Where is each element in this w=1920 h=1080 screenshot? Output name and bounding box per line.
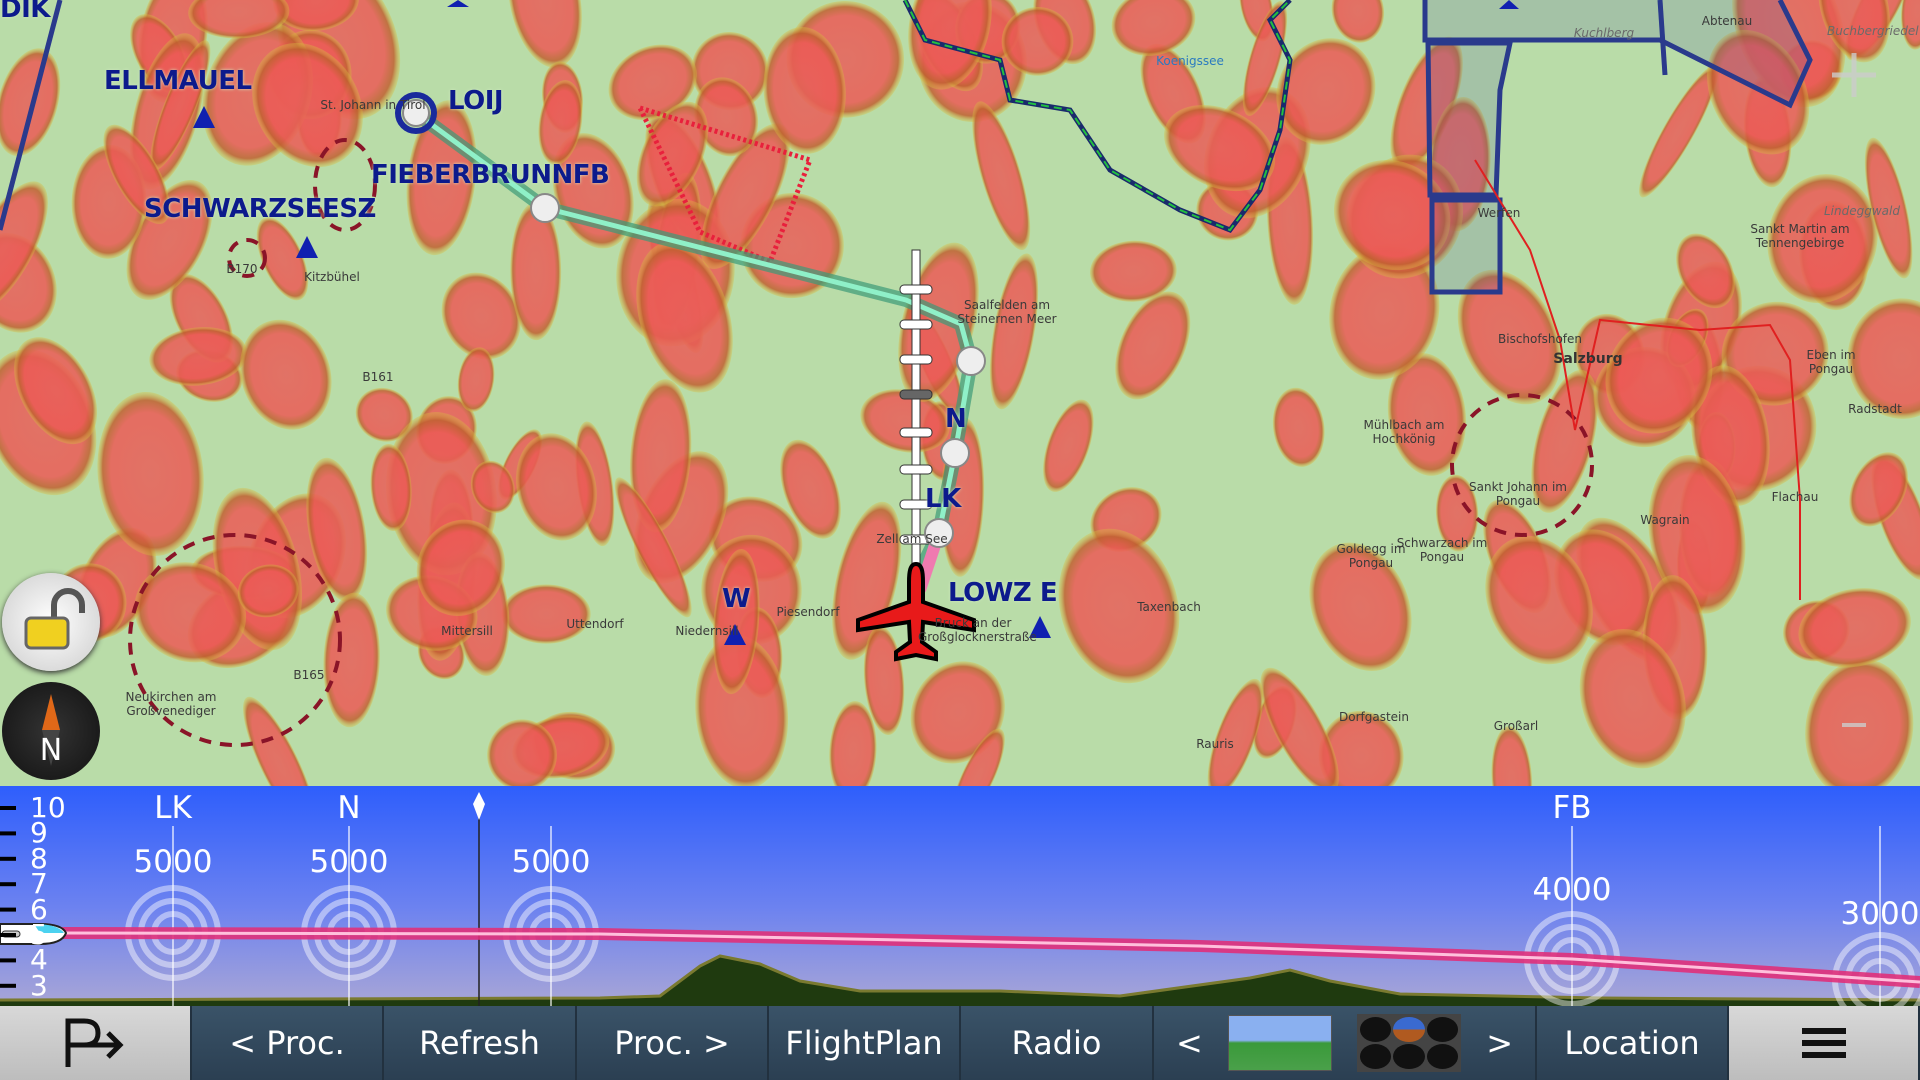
profile-graph xyxy=(0,792,1920,1006)
town-label: Eben im Pongau xyxy=(1806,348,1856,376)
compass-icon: N xyxy=(40,694,62,768)
six-pack-gauges-thumbnail[interactable] xyxy=(1357,1014,1462,1072)
town-label: Taxenbach xyxy=(1137,600,1201,614)
town-label: Kitzbühel xyxy=(304,270,360,284)
waypoint-label-n[interactable]: N xyxy=(945,404,967,434)
town-label: Abtenau xyxy=(1701,14,1753,28)
town-label: Schwarzach im Pongau xyxy=(1396,536,1488,564)
ladder-rung xyxy=(899,464,933,475)
profile-waypoint-name: LK xyxy=(154,790,192,826)
town-label: Neukirchen am Großvenediger xyxy=(125,690,217,718)
waypoint-label-lowz[interactable]: LOWZ E xyxy=(948,578,1058,608)
town-label: Werfen xyxy=(1477,206,1521,220)
svg-text:N: N xyxy=(40,733,62,768)
waypoint-label-w[interactable]: W xyxy=(722,584,751,614)
profile-waypoint-name: FB xyxy=(1552,790,1592,826)
bottom-toolbar: < Proc. Refresh Proc. > FlightPlan Radio… xyxy=(0,1006,1920,1080)
town-label: Lindeggwald xyxy=(1824,204,1900,218)
next-procedure-button[interactable]: Proc. > xyxy=(577,1006,769,1080)
unlocked-padlock-icon xyxy=(24,588,85,650)
profile-waypoint-altitude: 4000 xyxy=(1532,872,1612,908)
town-label: Dorfgastein xyxy=(1339,710,1409,724)
waypoint-label-schwarzsee[interactable]: SCHWARZSEESZ xyxy=(144,194,376,224)
airspace-boundaries xyxy=(0,0,1813,295)
hamburger-menu-icon xyxy=(1801,1028,1846,1058)
waypoint-label-lk[interactable]: LK xyxy=(925,484,961,514)
prev-procedure-button[interactable]: < Proc. xyxy=(192,1006,384,1080)
vertical-profile[interactable]: 10 9 8 7 6 5 4 3 LK 5000 N 5000 5000 FB 4000 3000 xyxy=(0,786,1920,1006)
ladder-rung xyxy=(899,427,933,438)
town-label: Salzburg xyxy=(1553,351,1623,367)
location-button[interactable]: Location xyxy=(1537,1006,1729,1080)
town-label: Wagrain xyxy=(1640,513,1690,527)
altitude-scale-label: 3 xyxy=(30,968,48,1002)
flightplan-button[interactable]: FlightPlan xyxy=(769,1006,961,1080)
compass-north-button[interactable]: N xyxy=(2,682,100,780)
town-label: Kuchlberg xyxy=(1573,26,1635,40)
town-label: B170 xyxy=(226,262,258,276)
ladder-rung xyxy=(899,284,933,295)
town-label: Sankt Martin am Tennengebirge xyxy=(1750,222,1850,250)
town-label: Niedernsill xyxy=(675,624,739,638)
town-label: Bischofshofen xyxy=(1498,332,1582,346)
moving-map[interactable]: DIK ELLMAUEL LOIJ FIEBERBRUNNFB SCHWARZS… xyxy=(0,0,1920,786)
town-label: Mühlbach am Hochkönig xyxy=(1363,418,1445,446)
waypoint-label-fieberbrunn[interactable]: FIEBERBRUNNFB xyxy=(371,160,610,190)
town-label: Mittersill xyxy=(441,624,493,638)
town-label: B165 xyxy=(293,668,325,682)
profile-waypoint-marker xyxy=(1524,826,1620,1006)
procedure-arrow-icon xyxy=(65,1018,124,1067)
waypoint-label-ellmauel[interactable]: ELLMAUEL xyxy=(104,66,252,96)
town-label: Rauris xyxy=(1196,737,1234,751)
menu-button[interactable] xyxy=(1729,1006,1920,1080)
town-label: Großarl xyxy=(1493,719,1539,733)
ladder-rung xyxy=(899,354,933,365)
procedure-button[interactable] xyxy=(0,1006,192,1080)
synthetic-vision-thumbnail[interactable] xyxy=(1227,1015,1332,1071)
waypoint-label-dik[interactable]: DIK xyxy=(0,0,50,24)
zoom-in-icon xyxy=(1832,53,1876,97)
town-label: Sankt Johann im Pongau xyxy=(1469,480,1567,508)
profile-waypoint-name: N xyxy=(337,790,361,826)
town-label: St. Johann in Tirol xyxy=(320,98,426,112)
map-lock-button[interactable] xyxy=(2,573,100,671)
town-label: Zell am See xyxy=(876,532,948,546)
profile-waypoint-altitude: 5000 xyxy=(133,844,213,880)
town-label: Koenigssee xyxy=(1156,54,1224,68)
instrument-panel-switcher: < > xyxy=(1154,1006,1537,1080)
profile-waypoint-altitude: 5000 xyxy=(511,844,591,880)
refresh-button[interactable]: Refresh xyxy=(384,1006,577,1080)
country-border xyxy=(902,0,1293,234)
town-label: B161 xyxy=(362,370,394,384)
profile-waypoint-altitude: 3000 xyxy=(1840,896,1920,932)
ladder-rung xyxy=(899,319,933,330)
town-label: Buchbergriedel xyxy=(1827,24,1919,38)
town-label: Saalfelden am Steinernen Meer xyxy=(957,298,1057,326)
next-panel-button[interactable]: > xyxy=(1486,1024,1513,1062)
prev-panel-button[interactable]: < xyxy=(1176,1024,1203,1062)
town-label: Radstadt xyxy=(1848,402,1902,416)
town-label: Bruck an der Großglocknerstraße xyxy=(918,616,1037,644)
town-label: Uttendorf xyxy=(566,617,624,631)
profile-waypoint-altitude: 5000 xyxy=(309,844,389,880)
town-label: Flachau xyxy=(1771,490,1819,504)
town-label: Piesendorf xyxy=(776,605,840,619)
waypoint-label-loij[interactable]: LOIJ xyxy=(448,86,504,116)
radio-button[interactable]: Radio xyxy=(961,1006,1154,1080)
ladder-rung xyxy=(899,389,933,400)
